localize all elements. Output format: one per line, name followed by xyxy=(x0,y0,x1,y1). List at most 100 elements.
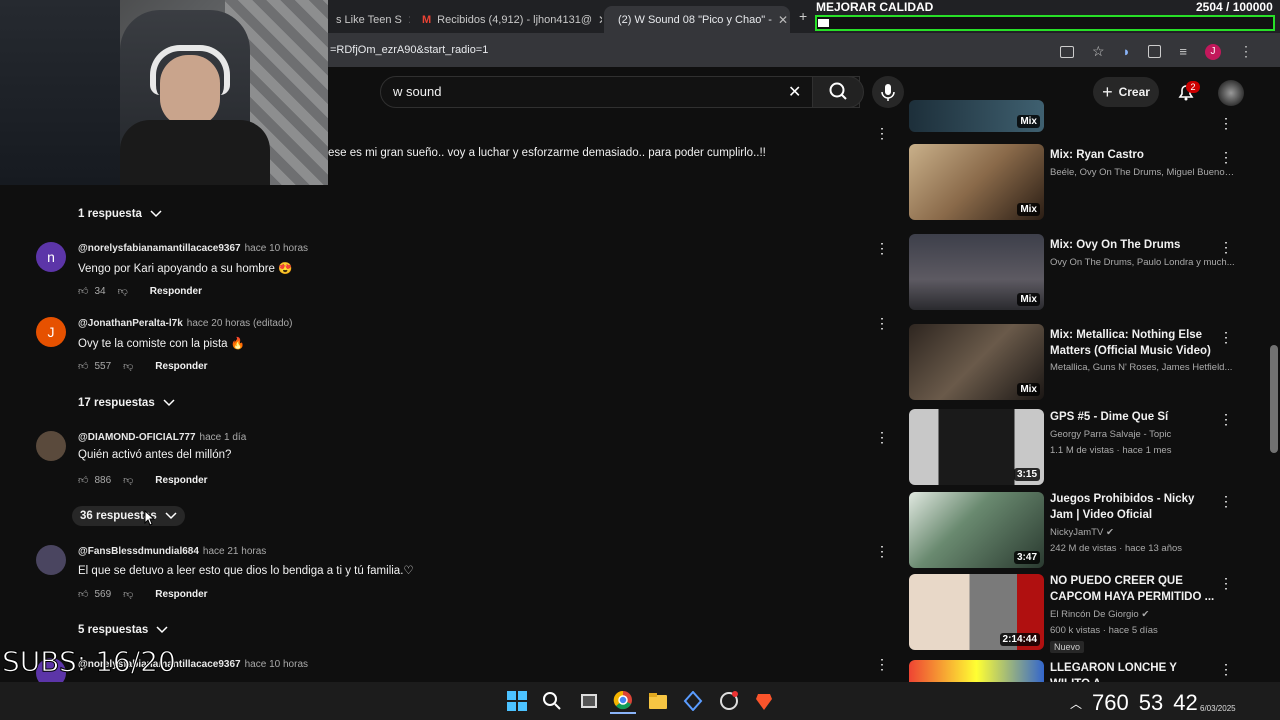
install-icon[interactable] xyxy=(1060,45,1074,58)
video-channel[interactable]: El Rincón De Giorgio ✔ xyxy=(1050,609,1235,620)
video-kebab-icon[interactable]: ⋮ xyxy=(1219,494,1233,508)
comment-time[interactable]: hace 10 horas xyxy=(245,659,308,670)
video-title[interactable]: GPS #5 - Dime Que Sí xyxy=(1050,409,1215,425)
puzzle-icon[interactable] xyxy=(1148,45,1162,58)
video-kebab-icon[interactable]: ⋮ xyxy=(1219,330,1233,344)
task-view-icon[interactable] xyxy=(576,688,602,714)
video-thumbnail[interactable]: 3:47 xyxy=(909,492,1044,568)
video-kebab-icon[interactable]: ⋮ xyxy=(1219,240,1233,254)
verified-icon: ✔ xyxy=(1105,527,1114,538)
create-button[interactable]: + Crear xyxy=(1093,77,1159,107)
video-channel[interactable]: Ovy On The Drums, Paulo Londra y much... xyxy=(1050,257,1235,268)
menu-kebab-icon[interactable]: ⋮ xyxy=(1239,43,1253,60)
video-title[interactable]: Juegos Prohibidos - Nicky Jam | Video Of… xyxy=(1050,491,1215,523)
reply-button[interactable]: Responder xyxy=(155,475,207,486)
video-channel[interactable]: Beéle, Ovy On The Drums, Miguel Bueno ..… xyxy=(1050,167,1235,178)
video-thumbnail[interactable]: Mix xyxy=(909,234,1044,310)
search-icon[interactable] xyxy=(539,688,565,714)
comment-kebab-icon[interactable]: ⋮ xyxy=(875,657,889,671)
search-icon xyxy=(829,82,847,100)
video-thumbnail[interactable] xyxy=(909,660,1044,682)
browser-tab[interactable]: s Like Teen S✕ xyxy=(328,6,410,33)
profile-avatar[interactable]: J xyxy=(1205,43,1222,60)
video-kebab-icon[interactable]: ⋮ xyxy=(1219,662,1233,676)
tab-label: (2) W Sound 08 "Pico y Chao" - xyxy=(618,13,772,26)
taskbar-date[interactable]: 6/03/2025 xyxy=(1200,704,1236,713)
video-title[interactable]: NO PUEDO CREER QUE CAPCOM HAYA PERMITIDO… xyxy=(1050,573,1215,605)
reply-button[interactable]: Responder xyxy=(155,589,207,600)
like-icon[interactable]: 👍︎ xyxy=(78,588,88,600)
windows-start-icon[interactable] xyxy=(504,688,530,714)
video-channel[interactable]: NickyJamTV ✔ xyxy=(1050,527,1235,538)
replies-toggle[interactable]: 5 respuestas xyxy=(78,624,168,636)
scrollbar-thumb[interactable] xyxy=(1270,345,1278,453)
tray-value: 760 xyxy=(1092,690,1129,715)
media-icon[interactable]: ≡ xyxy=(1179,44,1187,59)
video-title[interactable]: Mix: Metallica: Nothing Else Matters (Of… xyxy=(1050,327,1215,359)
like-count: 886 xyxy=(94,474,112,486)
new-tab-button[interactable]: + xyxy=(799,8,807,24)
comment-kebab-icon[interactable]: ⋮ xyxy=(875,430,889,444)
tab-label: Recibidos (4,912) - ljhon4131@ xyxy=(437,13,593,26)
user-avatar[interactable] xyxy=(1218,80,1244,106)
dislike-icon[interactable]: 👎︎ xyxy=(123,588,133,600)
video-kebab-icon[interactable]: ⋮ xyxy=(1219,116,1233,130)
video-channel[interactable]: Georgy Parra Salvaje - Topic xyxy=(1050,429,1235,440)
dislike-icon[interactable]: 👎︎ xyxy=(118,285,128,297)
comment-kebab-icon[interactable]: ⋮ xyxy=(875,316,889,330)
comment-author[interactable]: @norelysfabianamantillacace9367 xyxy=(78,243,241,254)
chevron-up-icon[interactable]: ︿ xyxy=(1070,695,1082,712)
video-thumbnail[interactable]: Mix xyxy=(909,144,1044,220)
search-button[interactable] xyxy=(812,76,864,108)
url-field[interactable]: =RDfjOm_ezrA90&start_radio=1 xyxy=(330,44,488,56)
video-thumbnail[interactable]: Mix xyxy=(909,100,1044,132)
avatar[interactable] xyxy=(36,545,66,575)
video-title[interactable]: Mix: Ovy On The Drums xyxy=(1050,237,1215,253)
like-icon[interactable]: 👍︎ xyxy=(78,474,88,486)
dislike-icon[interactable]: 👎︎ xyxy=(123,360,133,372)
bookmark-star-icon[interactable]: ☆ xyxy=(1092,43,1105,60)
obs-icon[interactable] xyxy=(716,688,742,714)
brave-icon[interactable] xyxy=(751,688,777,714)
video-thumbnail[interactable]: Mix xyxy=(909,324,1044,400)
comment-time[interactable]: hace 21 horas xyxy=(203,546,266,557)
comment-author[interactable]: @DIAMOND-OFICIAL777 xyxy=(78,432,196,443)
comment-author[interactable]: @JonathanPeralta-l7k xyxy=(78,318,183,329)
like-icon[interactable]: 👍︎ xyxy=(78,360,88,372)
replies-toggle[interactable]: 17 respuestas xyxy=(78,397,175,409)
browser-tab[interactable]: M Recibidos (4,912) - ljhon4131@✕ xyxy=(414,6,602,33)
video-kebab-icon[interactable]: ⋮ xyxy=(1219,576,1233,590)
replies-toggle[interactable]: 1 respuesta xyxy=(78,208,162,220)
close-icon[interactable]: ✕ xyxy=(772,13,788,27)
comment-kebab-icon[interactable]: ⋮ xyxy=(875,544,889,558)
close-icon[interactable]: ✕ xyxy=(402,13,410,27)
video-title[interactable]: Mix: Ryan Castro xyxy=(1050,147,1215,163)
video-channel[interactable]: Metallica, Guns N' Roses, James Hetfield… xyxy=(1050,362,1235,373)
app-icon[interactable] xyxy=(680,688,706,714)
comment-time[interactable]: hace 20 horas (editado) xyxy=(187,318,293,329)
avatar[interactable] xyxy=(36,431,66,461)
comment-kebab-icon[interactable]: ⋮ xyxy=(875,241,889,255)
file-explorer-icon[interactable] xyxy=(645,688,671,714)
video-thumbnail[interactable]: 2:14:44 xyxy=(909,574,1044,650)
reply-button[interactable]: Responder xyxy=(155,361,207,372)
comment-author[interactable]: @FansBlessdmundial684 xyxy=(78,546,199,557)
extension-icon[interactable]: ◗ xyxy=(1123,44,1131,59)
comment-kebab-icon[interactable]: ⋮ xyxy=(875,126,889,140)
video-kebab-icon[interactable]: ⋮ xyxy=(1219,150,1233,164)
reply-button[interactable]: Responder xyxy=(150,286,202,297)
browser-tab-active[interactable]: (2) W Sound 08 "Pico y Chao" - ✕ xyxy=(604,6,790,33)
comment-time[interactable]: hace 1 día xyxy=(200,432,247,443)
avatar[interactable]: n xyxy=(36,242,66,272)
video-kebab-icon[interactable]: ⋮ xyxy=(1219,412,1233,426)
comment-time[interactable]: hace 10 horas xyxy=(245,243,308,254)
close-icon[interactable]: ✕ xyxy=(592,13,602,27)
voice-search-button[interactable] xyxy=(872,76,904,108)
video-thumbnail[interactable]: 3:15 xyxy=(909,409,1044,485)
dislike-icon[interactable]: 👎︎ xyxy=(123,474,133,486)
replies-toggle-hovered[interactable]: 36 respuestas xyxy=(72,506,185,526)
like-icon[interactable]: 👍︎ xyxy=(78,285,88,297)
clear-search-icon[interactable]: ✕ xyxy=(788,82,801,102)
avatar[interactable]: J xyxy=(36,317,66,347)
chrome-icon[interactable] xyxy=(610,688,636,714)
